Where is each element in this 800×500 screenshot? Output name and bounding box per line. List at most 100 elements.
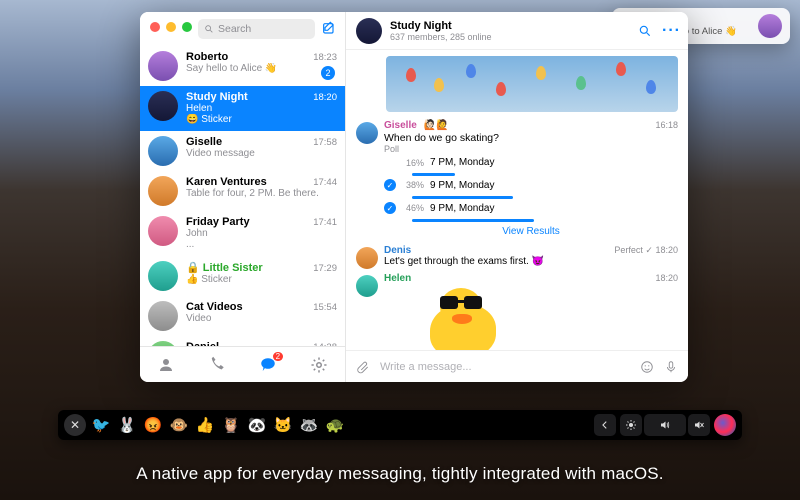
avatar[interactable] (356, 247, 378, 269)
touchbar-sticker[interactable]: 😡 (142, 414, 164, 436)
chat-subtitle: 637 members, 285 online (390, 32, 630, 42)
message-time: Perfect ✓ 18:20 (614, 245, 678, 256)
chat-preview: ... (186, 239, 337, 251)
chat-time: 17:58 (313, 137, 337, 148)
sender-name: Giselle (384, 120, 417, 131)
unread-badge: 2 (321, 66, 335, 80)
avatar (148, 91, 178, 121)
chat-name: Daniel (186, 341, 219, 346)
sidebar-tabs: 2 (140, 346, 345, 382)
touchbar-expand-button[interactable] (594, 414, 616, 436)
check-icon: ✓ (384, 179, 396, 191)
poll-option[interactable]: ✓46%9 PM, Monday (384, 202, 678, 214)
chat-list-item[interactable]: Study Night18:20Helen😄 Sticker (140, 86, 345, 131)
message-input[interactable] (380, 361, 630, 373)
tab-settings[interactable] (308, 354, 330, 376)
messages-scroll[interactable]: Giselle 🙋🏻🙋 16:18 When do we go skating?… (346, 50, 688, 350)
duck-sticker[interactable] (422, 286, 510, 350)
touchbar-sticker[interactable]: 🦉 (220, 414, 242, 436)
chat-name: Giselle (186, 136, 222, 148)
chat-list-item[interactable]: 🔒 Little Sister 17:29👍 Sticker (140, 256, 345, 296)
view-results-button[interactable]: View Results (384, 222, 678, 241)
window-controls (150, 22, 192, 32)
touchbar-sticker[interactable]: 🐵 (168, 414, 190, 436)
message-sticker: Helen 18:20 (346, 271, 688, 350)
chat-name: Friday Party (186, 216, 250, 228)
poll-percent: 38% (402, 180, 424, 190)
search-icon (638, 24, 652, 38)
touchbar-sticker[interactable]: 🦝 (298, 414, 320, 436)
emoji-button[interactable] (640, 360, 654, 374)
poll-type-label: Poll (384, 144, 678, 154)
chat-avatar[interactable] (356, 18, 382, 44)
check-icon: ✓ (384, 202, 396, 214)
notification-avatar (758, 14, 782, 38)
tab-contacts[interactable] (155, 354, 177, 376)
maximize-button[interactable] (182, 22, 192, 32)
chat-list-item[interactable]: Friday Party17:41John... (140, 211, 345, 256)
touchbar-mute-button[interactable] (688, 414, 710, 436)
chat-name: 🔒 Little Sister (186, 261, 263, 274)
chat-list-item[interactable]: Giselle 17:58Video message (140, 131, 345, 171)
touchbar-close-button[interactable]: ✕ (64, 414, 86, 436)
more-button[interactable]: ··· (662, 22, 678, 40)
gear-icon (310, 356, 328, 374)
tab-calls[interactable] (206, 354, 228, 376)
phone-icon (208, 356, 226, 374)
touchbar-sticker[interactable]: 🐰 (116, 414, 138, 436)
touchbar-sticker[interactable]: 🐼 (246, 414, 268, 436)
touchbar-siri-button[interactable] (714, 414, 736, 436)
message-text: Denis Perfect ✓ 18:20 Let's get through … (346, 243, 688, 271)
touchbar-volume-button[interactable] (644, 414, 686, 436)
chat-preview: 😄 Sticker (186, 114, 337, 126)
chat-preview: Video (186, 313, 337, 325)
volume-icon (658, 419, 672, 431)
marketing-caption: A native app for everyday messaging, tig… (0, 464, 800, 484)
attach-button[interactable] (356, 360, 370, 374)
message-composer (346, 350, 688, 382)
touchbar-sticker[interactable]: 🐱 (272, 414, 294, 436)
avatar (148, 261, 178, 291)
chat-time: 14:28 (313, 342, 337, 346)
chat-preview: Video message (186, 148, 337, 160)
brightness-icon (625, 419, 637, 431)
avatar[interactable] (356, 122, 378, 144)
compose-button[interactable] (321, 21, 337, 37)
microphone-icon (664, 360, 678, 374)
search-in-chat-button[interactable] (638, 24, 654, 38)
poll-option[interactable]: 16%7 PM, Monday (384, 157, 678, 168)
sidebar: Search Roberto18:23Say hello to Alice 👋2… (140, 12, 346, 382)
chat-list-item[interactable]: Daniel14:28Do you have any idea what (140, 336, 345, 346)
chevron-left-icon (600, 420, 610, 430)
avatar[interactable] (356, 275, 378, 297)
poll-option[interactable]: ✓ 38% 9 PM, Monday (384, 179, 678, 191)
search-icon (204, 24, 214, 34)
chat-time: 18:20 (313, 92, 337, 103)
avatar (148, 51, 178, 81)
poll-option-label: 9 PM, Monday (430, 180, 494, 191)
avatar (148, 301, 178, 331)
poll-question: When do we go skating? (384, 132, 678, 144)
mute-icon (692, 419, 706, 431)
chat-name: Roberto (186, 51, 228, 63)
tab-chats[interactable]: 2 (257, 354, 279, 376)
search-input[interactable]: Search (198, 19, 315, 39)
touchbar-sticker[interactable]: 👍 (194, 414, 216, 436)
chat-preview: 👍 Sticker (186, 274, 337, 286)
chat-time: 18:23 (313, 52, 337, 63)
voice-button[interactable] (664, 360, 678, 374)
close-button[interactable] (150, 22, 160, 32)
shared-photo[interactable] (386, 56, 678, 112)
minimize-button[interactable] (166, 22, 176, 32)
chat-title: Study Night (390, 20, 630, 32)
chat-list-item[interactable]: Cat Videos15:54Video (140, 296, 345, 336)
chat-name: Karen Ventures (186, 176, 267, 188)
touchbar-sticker[interactable]: 🐦 (90, 414, 112, 436)
chat-list-item[interactable]: Karen Ventures17:44Table for four, 2 PM.… (140, 171, 345, 211)
touchbar-sticker[interactable]: 🐢 (324, 414, 346, 436)
chat-time: 17:29 (313, 263, 337, 274)
touchbar-brightness-button[interactable] (620, 414, 642, 436)
chat-time: 15:54 (313, 302, 337, 313)
app-window: Search Roberto18:23Say hello to Alice 👋2… (140, 12, 688, 382)
chat-list-item[interactable]: Roberto18:23Say hello to Alice 👋2 (140, 46, 345, 86)
